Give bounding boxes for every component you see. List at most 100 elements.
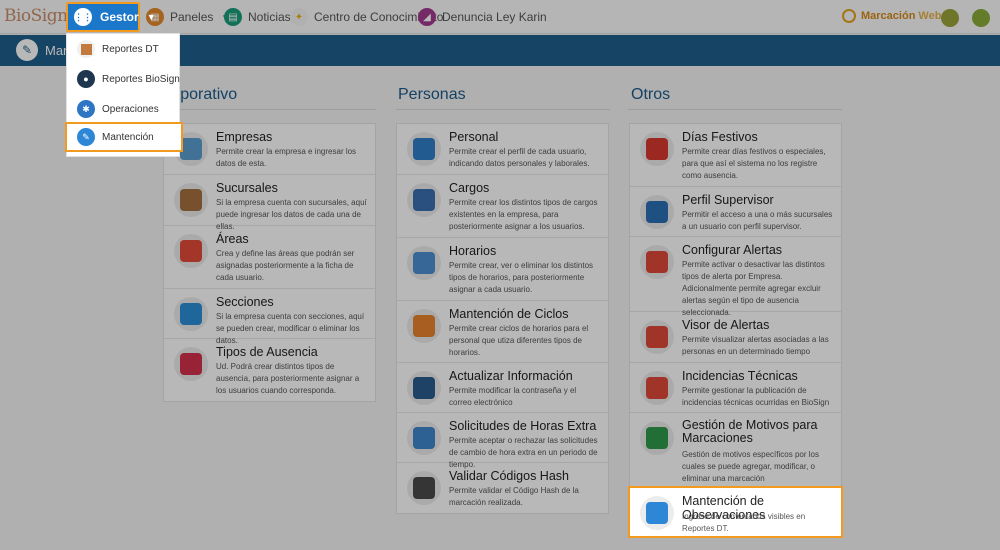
card-tipos-ausencia[interactable]: Tipos de Ausencia Ud. Podrá crear distin… <box>164 339 375 401</box>
megaphone-icon: ◢ <box>418 8 436 26</box>
card-areas[interactable]: Áreas Crea y define las áreas que podrán… <box>164 226 375 289</box>
hash-icon <box>407 471 441 505</box>
card-mantencion-ciclos[interactable]: Mantención de Ciclos Permite crear ciclo… <box>397 301 608 363</box>
card-desc: Permite gestionar la publicación de inci… <box>682 386 830 407</box>
grid-icon: ⋮⋮ <box>74 8 92 26</box>
card-secciones[interactable]: Secciones Si la empresa cuenta con secci… <box>164 289 375 345</box>
gestor-menu-button[interactable]: ⋮⋮ Gestor ▼ <box>66 2 156 32</box>
menu-item-label: Mantención <box>102 131 154 143</box>
document-edit-icon <box>640 421 674 455</box>
card-mantencion-observaciones[interactable]: Mantención de Observaciones Ingreso de c… <box>628 486 843 538</box>
news-icon: ▤ <box>224 8 242 26</box>
bell-icon <box>640 320 674 354</box>
card-desc: Permite crear ciclos de horarios para el… <box>449 324 589 357</box>
card-title: Actualizar Información <box>449 369 573 383</box>
card-sucursales[interactable]: Sucursales Si la empresa cuenta con sucu… <box>164 175 375 231</box>
card-actualizar-informacion[interactable]: Actualizar Información Permite modificar… <box>397 363 608 413</box>
divider <box>396 109 610 110</box>
cycle-icon <box>407 309 441 343</box>
card-desc: Permite visualizar alertas asociadas a l… <box>682 335 829 356</box>
clock-icon <box>842 9 856 23</box>
card-personal[interactable]: Personal Permite crear el perfil de cada… <box>397 124 608 175</box>
card-desc: Permite crear el perfil de cada usuario,… <box>449 147 590 168</box>
card-desc: Permite modificar la contraseña y el cor… <box>449 386 577 407</box>
card-title: Validar Códigos Hash <box>449 469 569 483</box>
id-card-icon <box>407 132 441 166</box>
card-incidencias-tecnicas[interactable]: Incidencias Técnicas Permite gestionar l… <box>630 363 841 413</box>
marcacion-web-label: Web <box>918 10 942 22</box>
nav-denuncia[interactable]: ◢ Denuncia Ley Karin <box>418 0 547 34</box>
card-desc: Permite crear la empresa e ingresar los … <box>216 147 357 168</box>
menu-item-reportes-dt[interactable]: Reportes DT <box>67 34 181 64</box>
card-visor-alertas[interactable]: Visor de Alertas Permite visualizar aler… <box>630 312 841 363</box>
marcacion-web-link[interactable]: Marcación Web <box>842 9 941 23</box>
card-configurar-alertas[interactable]: Configurar Alertas Permite activar o des… <box>630 237 841 317</box>
biosign-logo[interactable]: BioSign <box>4 6 68 26</box>
menu-item-mantencion[interactable]: ✎ Mantención <box>65 122 183 152</box>
card-desc: Ud. Podrá crear distintos tipos de ausen… <box>216 362 360 395</box>
card-gestion-motivos[interactable]: Gestión de Motivos para Marcaciones Gest… <box>630 413 841 488</box>
clock-check-icon <box>407 421 441 455</box>
card-horarios[interactable]: Horarios Permite crear, ver o eliminar l… <box>397 238 608 301</box>
menu-item-label: Reportes DT <box>102 43 159 55</box>
nav-paneles[interactable]: ▦ Paneles ▼ <box>146 0 229 34</box>
card-desc: Crea y define las áreas que podrán ser a… <box>216 249 355 282</box>
chat-bubble-icon <box>640 496 674 530</box>
gear-icon: ✱ <box>77 100 95 118</box>
report-box-icon <box>77 40 95 58</box>
card-title: Solicitudes de Horas Extra <box>449 419 597 433</box>
card-title: Incidencias Técnicas <box>682 369 798 383</box>
card-title: Tipos de Ausencia <box>216 345 318 359</box>
card-title: Horarios <box>449 244 497 258</box>
card-title: Áreas <box>216 232 249 246</box>
menu-item-label: Operaciones <box>102 103 159 115</box>
wrench-icon: ✎ <box>16 39 38 61</box>
biosign-report-icon: ● <box>77 70 95 88</box>
card-title: Cargos <box>449 181 490 195</box>
org-chart-icon <box>174 234 208 268</box>
divider <box>162 109 376 110</box>
card-desc: Permite crear los distintos tipos de car… <box>449 198 598 231</box>
box-icon <box>174 183 208 217</box>
password-icon <box>407 371 441 405</box>
card-cargos[interactable]: Cargos Permite crear los distintos tipos… <box>397 175 608 238</box>
menu-item-operaciones[interactable]: ✱ Operaciones <box>67 94 181 124</box>
bell-settings-icon <box>640 245 674 279</box>
card-desc: Permite validar el Código Hash de la mar… <box>449 486 579 507</box>
plane-icon <box>174 347 208 381</box>
nav-noticias-label: Noticias <box>248 10 291 24</box>
card-desc: Permitir el acceso a una o más sucursale… <box>682 210 833 231</box>
gestor-label: Gestor <box>100 10 139 24</box>
card-desc: Permite crear días festivos o especiales… <box>682 147 826 180</box>
warning-icon <box>640 371 674 405</box>
people-icon <box>407 183 441 217</box>
tag-icon <box>174 297 208 331</box>
card-desc: Gestión de motivos específicos por los c… <box>682 450 819 483</box>
user-avatar[interactable] <box>972 9 990 27</box>
card-solicitudes-horas-extra[interactable]: Solicitudes de Horas Extra Permite acept… <box>397 413 608 469</box>
personas-card-group: Personal Permite crear el perfil de cada… <box>396 123 609 514</box>
card-title: Sucursales <box>216 181 278 195</box>
menu-item-label: Reportes BioSign <box>102 73 180 85</box>
card-title: Gestión de Motivos para Marcaciones <box>682 418 818 445</box>
notifications-icon[interactable] <box>941 9 959 27</box>
card-perfil-supervisor[interactable]: Perfil Supervisor Permitir el acceso a u… <box>630 187 841 237</box>
card-title: Visor de Alertas <box>682 318 770 332</box>
card-dias-festivos[interactable]: Días Festivos Permite crear días festivo… <box>630 124 841 187</box>
caret-down-icon: ▼ <box>146 12 156 22</box>
menu-item-reportes-biosign[interactable]: ● Reportes BioSign <box>67 64 181 94</box>
card-title: Días Festivos <box>682 130 758 144</box>
card-desc: Permite activar o desactivar las distint… <box>682 260 825 317</box>
supervisor-icon <box>640 195 674 229</box>
marcacion-label: Marcación <box>861 10 916 22</box>
card-title: Perfil Supervisor <box>682 193 774 207</box>
card-empresas[interactable]: Empresas Permite crear la empresa e ingr… <box>164 124 375 175</box>
wrench-icon: ✎ <box>77 128 95 146</box>
nav-paneles-label: Paneles <box>170 10 214 24</box>
flag-icon <box>640 132 674 166</box>
nav-noticias[interactable]: ▤ Noticias <box>224 0 291 34</box>
column-title-otros: Otros <box>631 86 671 103</box>
card-validar-hash[interactable]: Validar Códigos Hash Permite validar el … <box>397 463 608 513</box>
card-desc: Ingreso de comentarios visibles en Repor… <box>682 512 806 533</box>
otros-card-group: Días Festivos Permite crear días festivo… <box>629 123 842 489</box>
